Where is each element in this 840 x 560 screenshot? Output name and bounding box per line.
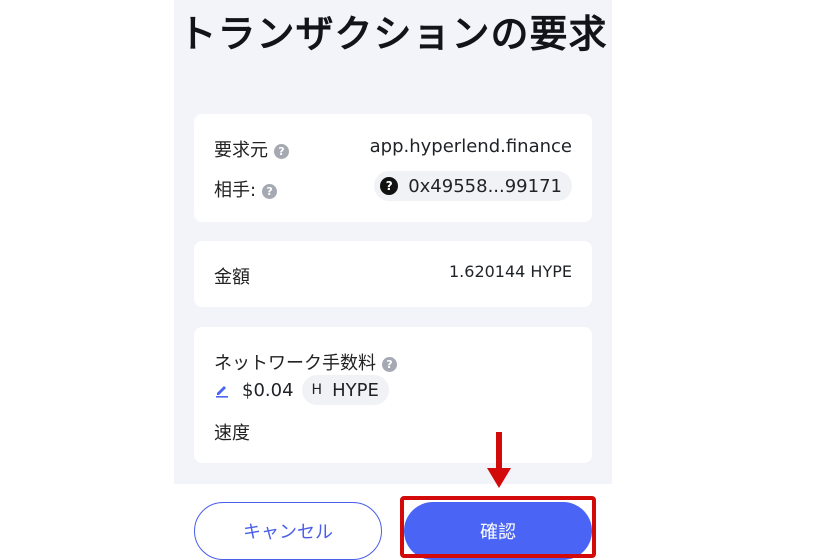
fee-label: ネットワーク手数料 [214, 353, 376, 374]
down-arrow-icon [487, 432, 511, 488]
fee-card: ネットワーク手数料? $0.04 H HYPE 速度 [194, 327, 592, 463]
counterparty-address: 0x49558...99171 [408, 175, 562, 197]
token-pill: H HYPE [301, 375, 389, 405]
help-icon[interactable]: ? [262, 183, 278, 199]
edit-pencil-icon[interactable] [214, 382, 230, 398]
speed-label: 速度 [214, 423, 250, 444]
unknown-address-icon: ? [380, 177, 399, 195]
token-icon: H [311, 382, 323, 398]
page-title: トランザクションの要求 [174, 8, 612, 60]
cancel-button[interactable]: キャンセル [194, 502, 382, 560]
confirm-highlight-box [400, 496, 596, 558]
token-name: HYPE [332, 379, 379, 401]
fee-label-row: ネットワーク手数料? [214, 349, 397, 375]
amount-card: 金額 1.620144 HYPE [194, 241, 592, 307]
origin-label-row: 要求元? [214, 136, 289, 162]
fee-value: $0.04 [242, 379, 294, 401]
transaction-panel: トランザクションの要求 要求元? app.hyperlend.finance 相… [174, 0, 612, 560]
help-icon[interactable]: ? [274, 143, 289, 159]
amount-label: 金額 [214, 267, 250, 288]
counterparty-label-row: 相手:? [214, 176, 278, 202]
counterparty-label: 相手: [214, 180, 257, 201]
origin-value: app.hyperlend.finance [369, 136, 572, 157]
page-title-text: トランザクションの要求 [178, 12, 608, 56]
amount-value: 1.620144 HYPE [449, 262, 572, 281]
origin-label: 要求元 [214, 140, 268, 161]
fee-row: $0.04 H HYPE [214, 375, 389, 405]
request-card: 要求元? app.hyperlend.finance 相手:? ? 0x4955… [194, 114, 592, 222]
help-icon[interactable]: ? [382, 356, 397, 372]
counterparty-address-pill[interactable]: ? 0x49558...99171 [374, 171, 572, 201]
